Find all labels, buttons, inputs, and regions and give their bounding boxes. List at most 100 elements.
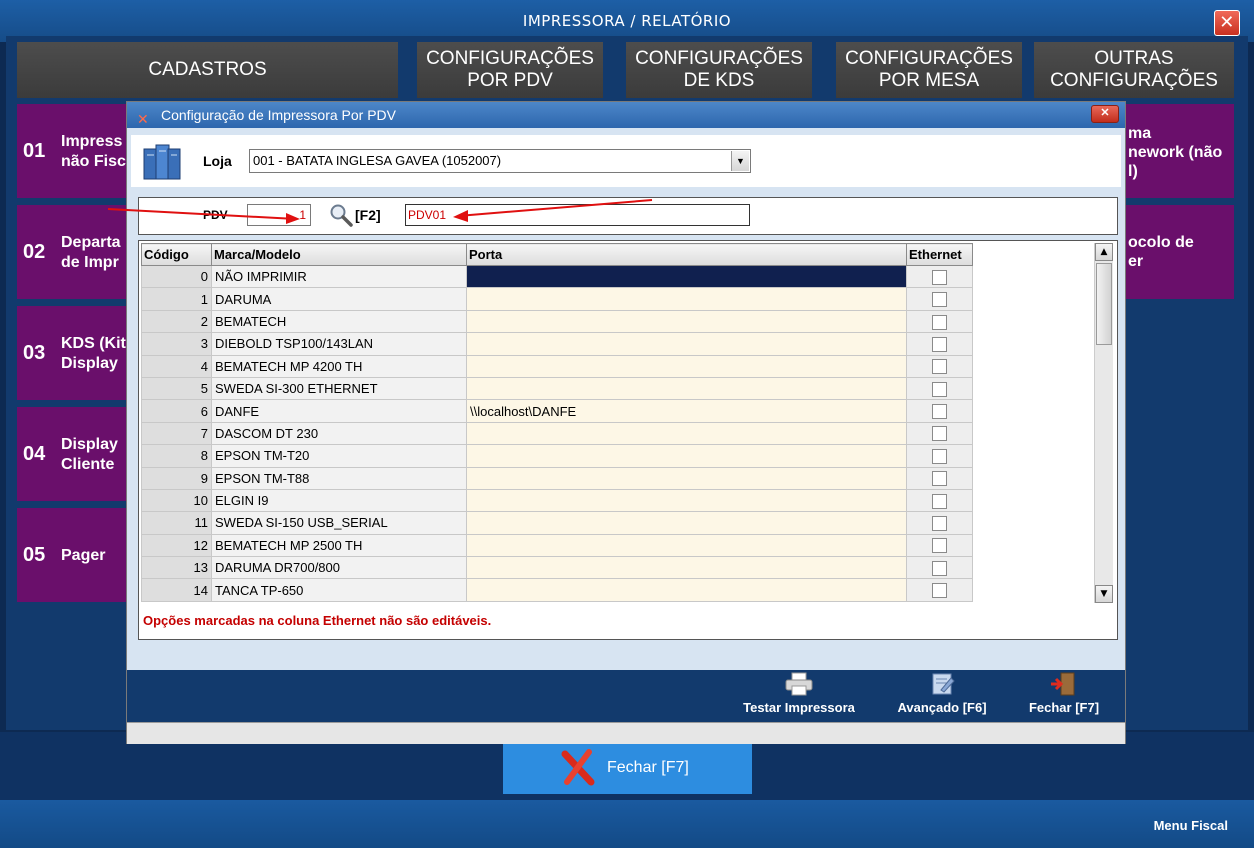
scroll-down-icon[interactable]: ▼ — [1095, 585, 1113, 603]
advanced-button[interactable]: Avançado [F6] — [887, 672, 997, 720]
pdv-input[interactable]: 1 — [247, 204, 311, 226]
cell-codigo: 5 — [141, 376, 212, 401]
table-row[interactable]: 4 BEMATECH MP 4200 TH — [141, 354, 973, 378]
app-close-button[interactable]: ✕ — [1214, 10, 1240, 36]
main-close-button[interactable]: Fechar [F7] — [503, 742, 752, 794]
ethernet-checkbox[interactable] — [932, 516, 947, 532]
cell-porta[interactable] — [466, 578, 907, 602]
table-row[interactable]: 6 DANFE \\localhost\DANFE — [141, 399, 973, 423]
cell-ethernet — [906, 466, 973, 490]
scroll-up-icon[interactable]: ▲ — [1095, 243, 1113, 261]
cell-ethernet — [906, 399, 973, 423]
table-row[interactable]: 13 DARUMA DR700/800 — [141, 556, 973, 580]
tab-config-pdv[interactable]: CONFIGURAÇÕES POR PDV — [417, 42, 603, 98]
right-card-2[interactable]: ocolo de er — [1126, 205, 1234, 299]
table-row[interactable]: 1 DARUMA — [141, 287, 973, 311]
tab-config-kds[interactable]: CONFIGURAÇÕES DE KDS — [626, 42, 812, 98]
ethernet-checkbox[interactable] — [932, 538, 947, 554]
grid-scrollbar[interactable]: ▲ ▼ — [1094, 243, 1113, 603]
side-card-num: 04 — [23, 443, 46, 465]
cell-porta[interactable] — [466, 332, 907, 356]
cell-ethernet — [906, 354, 973, 378]
table-row[interactable]: 3 DIEBOLD TSP100/143LAN — [141, 332, 973, 356]
table-row[interactable]: 5 SWEDA SI-300 ETHERNET — [141, 376, 973, 401]
table-row[interactable]: 8 EPSON TM-T20 — [141, 444, 973, 468]
cell-marca: SWEDA SI-150 USB_SERIAL — [211, 511, 467, 535]
table-row[interactable]: 14 TANCA TP-650 — [141, 578, 973, 602]
table-row[interactable]: 11 SWEDA SI-150 USB_SERIAL — [141, 511, 973, 535]
col-codigo[interactable]: Código — [141, 243, 212, 266]
ethernet-checkbox[interactable] — [932, 404, 947, 420]
right-card-1[interactable]: ma nework (não l) — [1126, 104, 1234, 198]
ethernet-checkbox[interactable] — [932, 269, 947, 285]
menu-fiscal-link[interactable]: Menu Fiscal — [1154, 818, 1228, 833]
cell-porta[interactable] — [466, 556, 907, 580]
cell-codigo: 11 — [141, 511, 212, 535]
col-ethernet[interactable]: Ethernet — [906, 243, 973, 266]
ethernet-checkbox[interactable] — [932, 471, 947, 487]
ethernet-checkbox[interactable] — [932, 426, 947, 442]
ethernet-checkbox[interactable] — [932, 336, 947, 352]
cell-porta[interactable] — [466, 376, 907, 401]
cell-marca: DARUMA — [211, 287, 467, 311]
cell-porta[interactable] — [466, 421, 907, 446]
cell-ethernet — [906, 488, 973, 513]
ethernet-checkbox[interactable] — [932, 292, 947, 308]
cell-porta[interactable] — [466, 466, 907, 490]
scroll-thumb[interactable] — [1096, 263, 1112, 345]
search-icon[interactable] — [329, 203, 353, 227]
close-x-icon — [561, 749, 595, 786]
dialog-close-button[interactable]: ✕ — [1091, 105, 1119, 123]
chevron-down-icon[interactable]: ▼ — [731, 151, 749, 171]
cell-codigo: 3 — [141, 332, 212, 356]
ethernet-checkbox[interactable] — [932, 493, 947, 509]
tab-config-mesa[interactable]: CONFIGURAÇÕES POR MESA — [836, 42, 1022, 98]
table-row[interactable]: 10 ELGIN I9 — [141, 488, 973, 513]
loja-select[interactable]: 001 - BATATA INGLESA GAVEA (1052007) ▼ — [249, 149, 751, 173]
dialog-close-f7-button[interactable]: Fechar [F7] — [1019, 672, 1109, 720]
loja-panel: Loja 001 - BATATA INGLESA GAVEA (1052007… — [131, 135, 1121, 187]
cell-ethernet — [906, 511, 973, 535]
pdv-panel: PDV 1 [F2] PDV01 — [138, 197, 1118, 235]
side-card-03[interactable]: 03 KDS (Kit Display — [17, 306, 126, 400]
cell-porta[interactable] — [466, 264, 907, 289]
side-card-01[interactable]: 01 Impress não Fisc — [17, 104, 126, 198]
edit-doc-icon — [932, 673, 955, 695]
side-card-04[interactable]: 04 Display Cliente — [17, 407, 126, 501]
cell-porta[interactable]: \\localhost\DANFE — [466, 399, 907, 423]
tab-cadastros[interactable]: CADASTROS — [17, 42, 398, 98]
table-row[interactable]: 7 DASCOM DT 230 — [141, 421, 973, 446]
table-header-row: Código Marca/Modelo Porta Ethernet — [141, 243, 973, 266]
pdv-name-field[interactable]: PDV01 — [405, 204, 750, 226]
ethernet-checkbox[interactable] — [932, 448, 947, 464]
dialog-content: Loja 001 - BATATA INGLESA GAVEA (1052007… — [127, 128, 1125, 670]
cell-porta[interactable] — [466, 309, 907, 334]
ethernet-checkbox[interactable] — [932, 560, 947, 576]
ethernet-checkbox[interactable] — [932, 359, 947, 375]
cell-marca: DANFE — [211, 399, 467, 423]
col-marca[interactable]: Marca/Modelo — [211, 243, 467, 266]
table-row[interactable]: 0 NÃO IMPRIMIR — [141, 264, 973, 289]
side-card-02[interactable]: 02 Departa de Impr — [17, 205, 126, 299]
test-printer-button[interactable]: Testar Impressora — [731, 672, 867, 720]
cell-porta[interactable] — [466, 488, 907, 513]
cell-porta[interactable] — [466, 533, 907, 558]
app-title: IMPRESSORA / RELATÓRIO — [522, 12, 732, 30]
cell-codigo: 1 — [141, 287, 212, 311]
cell-porta[interactable] — [466, 444, 907, 468]
cell-porta[interactable] — [466, 511, 907, 535]
cell-porta[interactable] — [466, 287, 907, 311]
table-row[interactable]: 12 BEMATECH MP 2500 TH — [141, 533, 973, 558]
side-card-05[interactable]: 05 Pager — [17, 508, 126, 602]
tab-outras-config[interactable]: OUTRAS CONFIGURAÇÕES — [1034, 42, 1234, 98]
cell-codigo: 14 — [141, 578, 212, 602]
cell-porta[interactable] — [466, 354, 907, 378]
col-porta[interactable]: Porta — [466, 243, 907, 266]
table-row[interactable]: 2 BEMATECH — [141, 309, 973, 334]
ethernet-checkbox[interactable] — [932, 314, 947, 330]
cell-ethernet — [906, 287, 973, 311]
footer-bar: Menu Fiscal — [0, 800, 1254, 848]
ethernet-checkbox[interactable] — [932, 381, 947, 397]
table-row[interactable]: 9 EPSON TM-T88 — [141, 466, 973, 490]
ethernet-checkbox[interactable] — [932, 583, 947, 599]
